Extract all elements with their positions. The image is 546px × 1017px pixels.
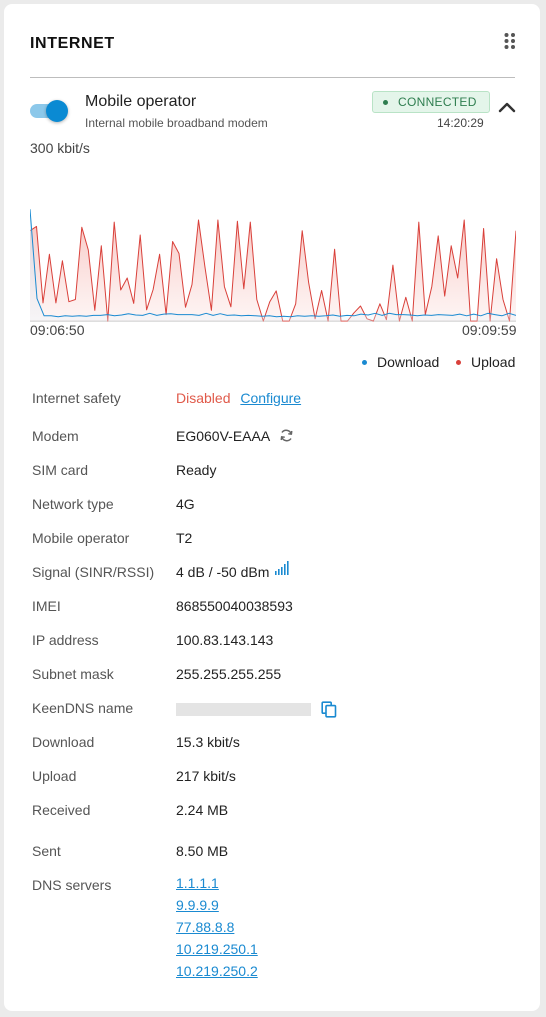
connection-toggle[interactable] [30,99,68,123]
subnet-mask-value: 255.255.255.255 [176,666,282,682]
internet-safety-label: Internet safety [32,390,121,406]
download-label: Download [32,734,95,750]
mobile-operator-label: Mobile operator [32,530,130,546]
keendns-label: KeenDNS name [32,700,134,716]
upload-area [30,220,516,321]
dns-server-link[interactable]: 77.88.8.8 [176,916,258,938]
sent-value: 8.50 MB [176,843,229,859]
sim-card-label: SIM card [32,462,89,478]
toggle-knob [46,100,68,122]
copy-icon[interactable] [321,701,337,718]
sim-card-value: Ready [176,462,217,478]
chart-time-start: 09:06:50 [30,322,85,338]
dns-server-link[interactable]: 10.219.250.1 [176,938,258,960]
download-dot-icon [362,359,367,365]
imei-value: 868550040038593 [176,598,293,614]
header-divider [30,77,515,78]
upload-dot-icon [456,359,461,365]
legend-upload: Upload [456,354,515,370]
keendns-value [176,700,337,718]
signal-label: Signal (SINR/RSSI) [32,564,155,580]
internet-safety-status: Disabled [176,390,231,406]
connection-description: Internal mobile broadband modem [85,116,268,130]
configure-link[interactable]: Configure [240,390,301,406]
connection-name: Mobile operator [85,93,197,110]
received-label: Received [32,802,91,818]
dns-server-link[interactable]: 1.1.1.1 [176,872,258,894]
dns-servers-label: DNS servers [32,877,112,893]
status-dot-icon [383,99,388,105]
drag-dots-icon[interactable] [502,32,518,50]
sent-label: Sent [32,843,61,859]
internet-safety-value: Disabled Configure [176,390,301,406]
chart-scale-label: 300 kbit/s [30,140,90,156]
legend-upload-label: Upload [471,354,516,370]
legend-download-label: Download [377,354,440,370]
modem-name: EG060V-EAAA [176,428,270,444]
legend-download: Download [362,354,439,370]
ip-address-label: IP address [32,632,99,648]
dns-server-link[interactable]: 10.219.250.2 [176,960,258,982]
network-type-value: 4G [176,496,195,512]
internet-widget: INTERNET Mobile operator Internal mobile… [4,4,540,1011]
imei-label: IMEI [32,598,61,614]
upload-label: Upload [32,768,77,784]
mobile-operator-value: T2 [176,530,193,546]
download-value: 15.3 kbit/s [176,734,240,750]
modem-value: EG060V-EAAA [176,428,294,444]
chevron-up-icon[interactable] [498,100,516,114]
refresh-icon[interactable] [279,428,294,443]
received-value: 2.24 MB [176,802,229,818]
signal-value: 4 dB / -50 dBm [176,561,290,580]
upload-value: 217 kbit/s [176,768,236,784]
dns-servers-list: 1.1.1.1 9.9.9.9 77.88.8.8 10.219.250.1 1… [176,872,258,982]
keendns-name-redacted [176,702,311,716]
widget-title: INTERNET [30,35,115,52]
subnet-mask-label: Subnet mask [32,666,114,682]
status-time: 14:20:29 [437,116,484,130]
chart-time-end: 09:09:59 [462,322,517,338]
status-badge: CONNECTED [372,91,490,113]
signal-text: 4 dB / -50 dBm [176,564,270,580]
modem-label: Modem [32,428,79,444]
traffic-chart [30,209,516,322]
network-type-label: Network type [32,496,114,512]
dns-server-link[interactable]: 9.9.9.9 [176,894,258,916]
ip-address-value: 100.83.143.143 [176,632,274,648]
signal-bars-icon [275,561,289,576]
status-text: CONNECTED [398,95,477,109]
